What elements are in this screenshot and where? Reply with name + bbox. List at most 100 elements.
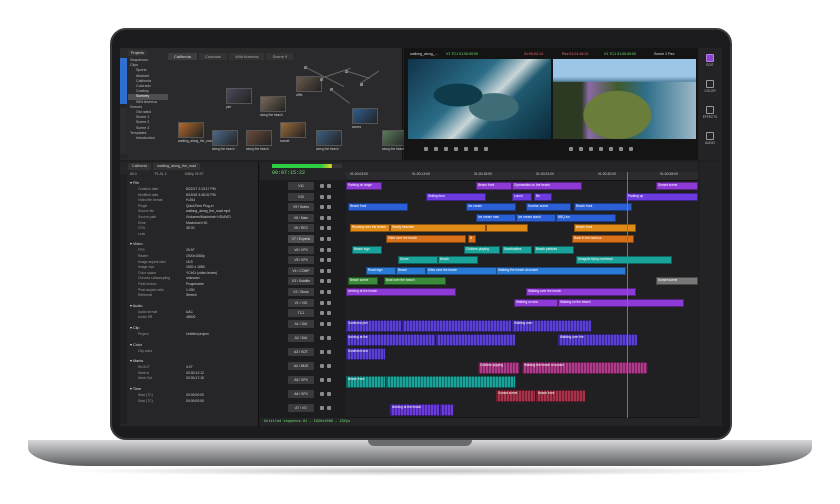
inspector-value[interactable]: QuickTime Plug-in (186, 204, 214, 209)
inspector-value[interactable]: 4:07 (186, 365, 193, 370)
eye-icon[interactable] (327, 290, 331, 294)
timeline-clip[interactable]: Ice cream (466, 203, 516, 212)
inspector-side-tab[interactable] (120, 174, 127, 424)
timeline-clip[interactable]: Walking on the beach (558, 298, 684, 307)
inspector-value[interactable]: AAC (186, 310, 193, 315)
inspector-value[interactable]: Macintosh HD (186, 221, 207, 226)
eye-icon[interactable] (327, 226, 331, 231)
eye-icon[interactable] (327, 268, 331, 273)
lock-icon[interactable] (320, 258, 324, 263)
splice-icon[interactable] (474, 147, 478, 151)
timeline-clip[interactable]: Beach front (536, 389, 586, 402)
eye-icon[interactable] (327, 300, 331, 305)
inspector-section-title[interactable]: ▾ Color (130, 342, 142, 347)
timeline-clip[interactable]: Ice cream stand (516, 213, 556, 222)
timeline-clip[interactable]: Gymnastics on the beach (512, 182, 582, 190)
timeline-clip[interactable]: Boat over the beach (384, 277, 446, 286)
timeline-clip[interactable]: Beach sign (352, 245, 382, 254)
eye-icon[interactable] (327, 279, 331, 284)
timeline-clip[interactable]: Arriving at the beach (390, 403, 440, 416)
track-name-button[interactable]: V3 / Subtitle (288, 277, 314, 286)
bin-thumbnail[interactable] (316, 130, 342, 146)
timeline-clip[interactable] (402, 319, 512, 332)
timeline-clip[interactable] (436, 333, 516, 346)
track-name-button[interactable]: V8 / REC (288, 224, 314, 233)
timeline-clip[interactable]: Walking the beach at sunset (522, 361, 648, 374)
lock-icon[interactable] (320, 311, 324, 316)
bin-tab[interactable]: Colorado (198, 53, 228, 60)
track-name-button[interactable]: V5 / VFX (288, 256, 314, 265)
overwrite-icon[interactable] (484, 147, 488, 151)
inspector-value[interactable]: unknown (186, 276, 200, 281)
eye-icon[interactable] (327, 377, 331, 382)
inspector-value[interactable]: 1920 x 1080 (186, 265, 205, 270)
bin-thumbnail[interactable] (296, 76, 322, 92)
track-name-button[interactable]: A3 / SOT (288, 347, 314, 356)
timeline-ruler[interactable]: 01:00:03:00 01:00:13:00 01:00:18:00 01:00:2… (346, 172, 698, 181)
timeline-clip[interactable]: Ice cream man (476, 213, 516, 222)
bin-thumbnail[interactable] (178, 122, 204, 138)
inspector-value[interactable]: YCbCr (video levels) (186, 271, 217, 276)
eye-icon[interactable] (327, 335, 331, 340)
inspector-section-title[interactable]: ▾ File (130, 180, 139, 185)
inspector-tab[interactable]: walking_along_the_road (153, 163, 201, 170)
lock-icon[interactable] (320, 247, 324, 252)
timeline-clip[interactable]: Sandy beaches (390, 224, 486, 233)
lock-icon[interactable] (320, 377, 324, 382)
lock-icon[interactable] (320, 226, 324, 231)
track-name-button[interactable]: A4 / MUS (288, 361, 314, 370)
eye-icon[interactable] (327, 237, 331, 241)
timeline-clip[interactable]: Arriving at the (346, 333, 436, 346)
timeline-clip[interactable]: Be (534, 192, 552, 201)
inspector-value[interactable]: 00:00:17:15 (186, 376, 204, 381)
step-forward-icon[interactable] (464, 147, 468, 151)
timeline-clip[interactable]: Road sign (366, 266, 396, 275)
timeline-clip[interactable] (440, 403, 454, 416)
inspector-value[interactable]: 1.000 (186, 288, 195, 293)
timeline-clip[interactable]: Children playing (478, 361, 520, 374)
timeline-clip[interactable]: Drone (398, 256, 438, 265)
timeline-timecode[interactable]: 00:07:15:22 (272, 170, 305, 176)
inspector-section-title[interactable]: ▾ Video (130, 241, 143, 246)
track-name-button[interactable]: A7 / VO (288, 403, 314, 412)
eye-icon[interactable] (327, 184, 331, 188)
timeline-clip[interactable]: Running over the beach (350, 224, 390, 233)
lock-icon[interactable] (320, 300, 324, 305)
timeline-clip[interactable]: Lunch (512, 192, 532, 201)
workspace-edit[interactable]: EDIT (700, 54, 720, 67)
timeline-clip[interactable]: Walking over (512, 319, 592, 332)
inspector-value[interactable]: 00:00:00:00 (186, 393, 204, 398)
timeline-clip[interactable]: Beach front (476, 182, 512, 190)
inspector-value[interactable]: 16:9 (186, 260, 193, 265)
timeline-clip[interactable]: Beach front (346, 375, 386, 388)
bin-tab[interactable]: California (168, 53, 197, 60)
eye-icon[interactable] (327, 405, 331, 410)
timeline-clip[interactable] (386, 375, 516, 388)
eye-icon[interactable] (327, 321, 331, 326)
track-name-button[interactable]: A2 / DIA (288, 333, 314, 342)
timeline-clip[interactable]: Walking over the (558, 333, 638, 346)
timeline-clip[interactable]: Parking up (626, 192, 698, 201)
bin-thumbnail[interactable] (212, 130, 238, 146)
bin-thumbnail[interactable] (280, 122, 306, 138)
inspector-section-title[interactable]: ▾ Clip (130, 325, 140, 330)
lift-icon[interactable] (619, 147, 623, 151)
inspector-value[interactable]: 1920x1080p (186, 254, 205, 259)
side-tab-bins[interactable] (120, 58, 127, 104)
bin-tab[interactable]: Wild America (229, 53, 265, 60)
bin-thumbnail[interactable] (226, 88, 252, 104)
inspector-value[interactable]: walking_along_the_road.mp4 (186, 209, 230, 214)
timeline-clip[interactable]: Sunset scene (656, 277, 698, 286)
inspector-value[interactable]: Untitled project (186, 332, 209, 337)
lock-icon[interactable] (320, 237, 324, 241)
timeline-clip[interactable]: Sunset scene (496, 389, 536, 402)
track-name-button[interactable]: TC1 (288, 309, 314, 318)
extract-icon[interactable] (629, 147, 633, 151)
playhead[interactable] (627, 172, 628, 418)
side-tab-source-browser[interactable] (120, 108, 127, 154)
inspector-value[interactable]: H.264 (186, 198, 195, 203)
timeline-clip[interactable]: Walking on sea (514, 298, 558, 307)
track-name-button[interactable]: A1 / DIA (288, 319, 314, 328)
lock-icon[interactable] (320, 391, 324, 396)
track-name-button[interactable]: V11 (288, 182, 314, 190)
